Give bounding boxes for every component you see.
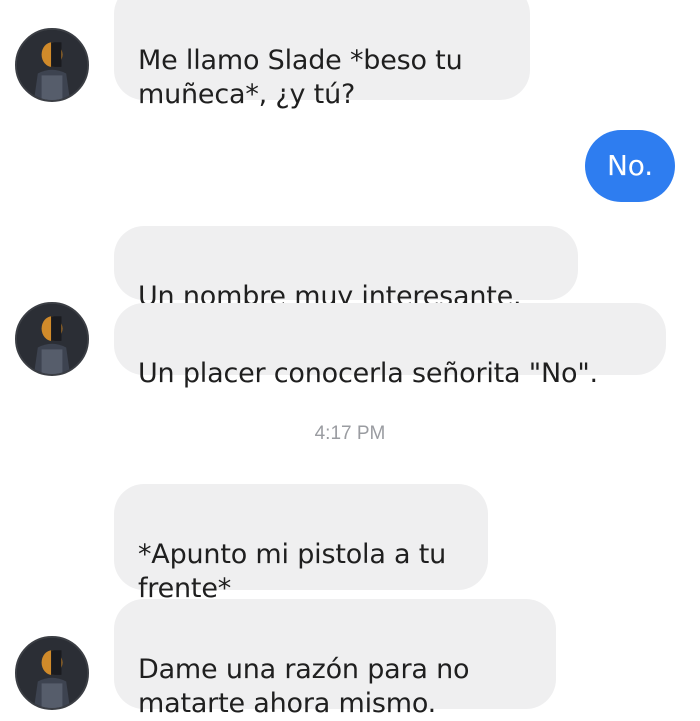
message-bubble-incoming[interactable]: Un placer conocerla señorita "No". (114, 303, 666, 389)
contact-avatar-icon[interactable] (15, 302, 89, 376)
message-text: No. (607, 149, 653, 182)
contact-avatar-icon[interactable] (15, 28, 89, 102)
contact-avatar-icon[interactable] (15, 636, 89, 710)
message-bubble-incoming[interactable]: Dame una razón para no matarte ahora mis… (114, 599, 556, 719)
message-bubble-incoming[interactable]: Me llamo Slade *beso tu muñeca*, ¿y tú? (114, 0, 530, 110)
message-timestamp: 4:17 PM (314, 423, 386, 444)
message-bubble-outgoing[interactable]: No. (585, 130, 675, 202)
message-text: Un placer conocerla señorita "No". (138, 358, 598, 389)
message-text: *Apunto mi pistola a tu frente* (138, 539, 447, 604)
message-text: Me llamo Slade *beso tu muñeca*, ¿y tú? (138, 45, 463, 110)
chat-thread: Me llamo Slade *beso tu muñeca*, ¿y tú? … (0, 0, 700, 719)
masked-figure-icon (17, 638, 87, 708)
message-bubble-incoming[interactable]: Un nombre muy interesante. (114, 226, 578, 312)
masked-figure-icon (17, 30, 87, 100)
message-bubble-incoming[interactable]: *Apunto mi pistola a tu frente* (114, 484, 488, 604)
masked-figure-icon (17, 304, 87, 374)
